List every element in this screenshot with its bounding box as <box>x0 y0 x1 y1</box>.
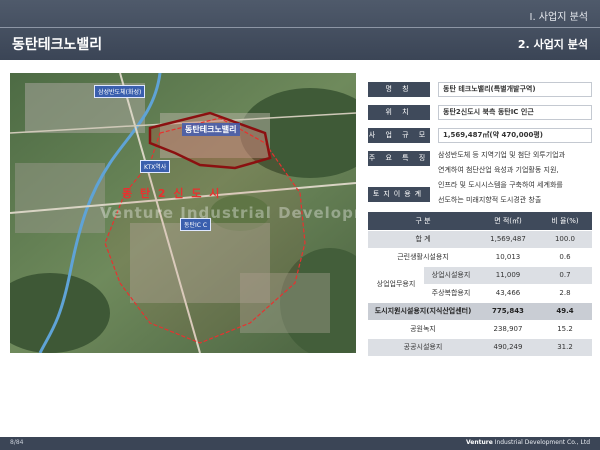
cell-area: 10,013 <box>478 248 538 267</box>
page-header: Ⅰ. 사업지 분석 동탄테크노밸리 2. 사업지 분석 <box>0 0 600 60</box>
info-label: 토지이용계획 <box>368 187 430 213</box>
feature-description: 삼성반도체 등 지역기업 및 첨단 외투기업과 연계하여 첨단산업 육성과 기업… <box>438 148 598 208</box>
page-title: 동탄테크노밸리 <box>12 37 103 53</box>
cell-ratio: 0.6 <box>538 248 592 267</box>
table-row: 근린생활시설용지 10,013 0.6 <box>368 248 592 267</box>
cell-area: 490,249 <box>478 338 538 357</box>
page-footer: 8/84 Venture Industrial Development Co.,… <box>0 437 600 450</box>
table-row: 도시지원시설용지(지식산업센터) 775,843 49.4 <box>368 302 592 321</box>
feature-line: 연계하여 첨단산업 육성과 기업활동 지원, <box>438 166 559 174</box>
cell-ratio: 15.2 <box>538 320 592 339</box>
table-row: 공원녹지 238,907 15.2 <box>368 320 592 339</box>
cell-group: 상업업무용지 <box>368 266 424 303</box>
info-label: 위 치 <box>368 105 430 120</box>
map-label-hall: 삼성반도체(화성) <box>94 85 146 98</box>
cell-category: 공공시설용지 <box>368 338 478 357</box>
table-header-row: 구 분 면 적(㎡) 비 율(%) <box>368 212 592 231</box>
map-label-newtown: 동 탄 2 신 도 시 <box>122 187 222 200</box>
cell-area: 11,009 <box>478 266 538 285</box>
info-value: 동탄 테크노밸리(특별개발구역) <box>438 82 592 97</box>
company-name: Venture Industrial Development Co., Ltd <box>466 439 590 446</box>
header-rule <box>0 27 600 28</box>
company-name-rest: Industrial Development Co., Ltd <box>492 439 590 446</box>
section-title: Ⅰ. 사업지 분석 <box>529 12 589 23</box>
header-ratio: 비 율(%) <box>538 212 592 231</box>
table-row: 상업업무용지 상업시설용지 11,009 0.7 <box>368 266 592 303</box>
cell-category: 상업시설용지 <box>424 266 478 285</box>
cell-category: 도시지원시설용지(지식산업센터) <box>368 302 478 321</box>
subsection-title: 2. 사업지 분석 <box>517 38 588 51</box>
info-label: 사 업 규 모 <box>368 128 430 143</box>
cell-area: 775,843 <box>478 302 538 321</box>
feature-line: 인프라 및 도시시스템을 구축하여 세계화를 <box>438 181 563 189</box>
map-label-techno: 동탄테크노밸리 <box>182 123 240 136</box>
cell-ratio: 49.4 <box>538 302 592 321</box>
cell-category: 공원녹지 <box>368 320 478 339</box>
page-number: 8/84 <box>10 439 24 446</box>
table-row: 합 계 1,569,487 100.0 <box>368 230 592 249</box>
cell-ratio: 0.7 <box>538 266 592 285</box>
cell-area: 1,569,487 <box>478 230 538 249</box>
info-value: 동탄2신도시 북측 동탄IC 인근 <box>438 105 592 120</box>
info-label: 주 요 특 징 <box>368 151 430 166</box>
info-label: 명 칭 <box>368 82 430 97</box>
cell-ratio: 100.0 <box>538 230 592 249</box>
cell-ratio: 31.2 <box>538 338 592 357</box>
feature-line: 삼성반도체 등 지역기업 및 첨단 외투기업과 <box>438 151 566 159</box>
cell-ratio: 2.8 <box>538 284 592 303</box>
cell-category: 근린생활시설용지 <box>368 248 478 267</box>
cell-category: 합 계 <box>368 230 478 249</box>
map-label-ktx: KTX역사 <box>140 160 171 173</box>
cell-area: 238,907 <box>478 320 538 339</box>
header-area: 면 적(㎡) <box>478 212 538 231</box>
land-use-table: 구 분 면 적(㎡) 비 율(%) 합 계 1,569,487 100.0 근린… <box>368 212 592 357</box>
company-name-bold: Venture <box>465 439 493 446</box>
cell-area: 43,466 <box>478 284 538 303</box>
info-value: 1,569,487㎡(약 470,000평) <box>438 128 592 143</box>
header-category: 구 분 <box>368 212 478 231</box>
table-row: 공공시설용지 490,249 31.2 <box>368 338 592 357</box>
cell-category: 주상복합용지 <box>424 284 478 303</box>
feature-line: 선도하는 미래지향적 도시경관 창출 <box>438 196 542 204</box>
